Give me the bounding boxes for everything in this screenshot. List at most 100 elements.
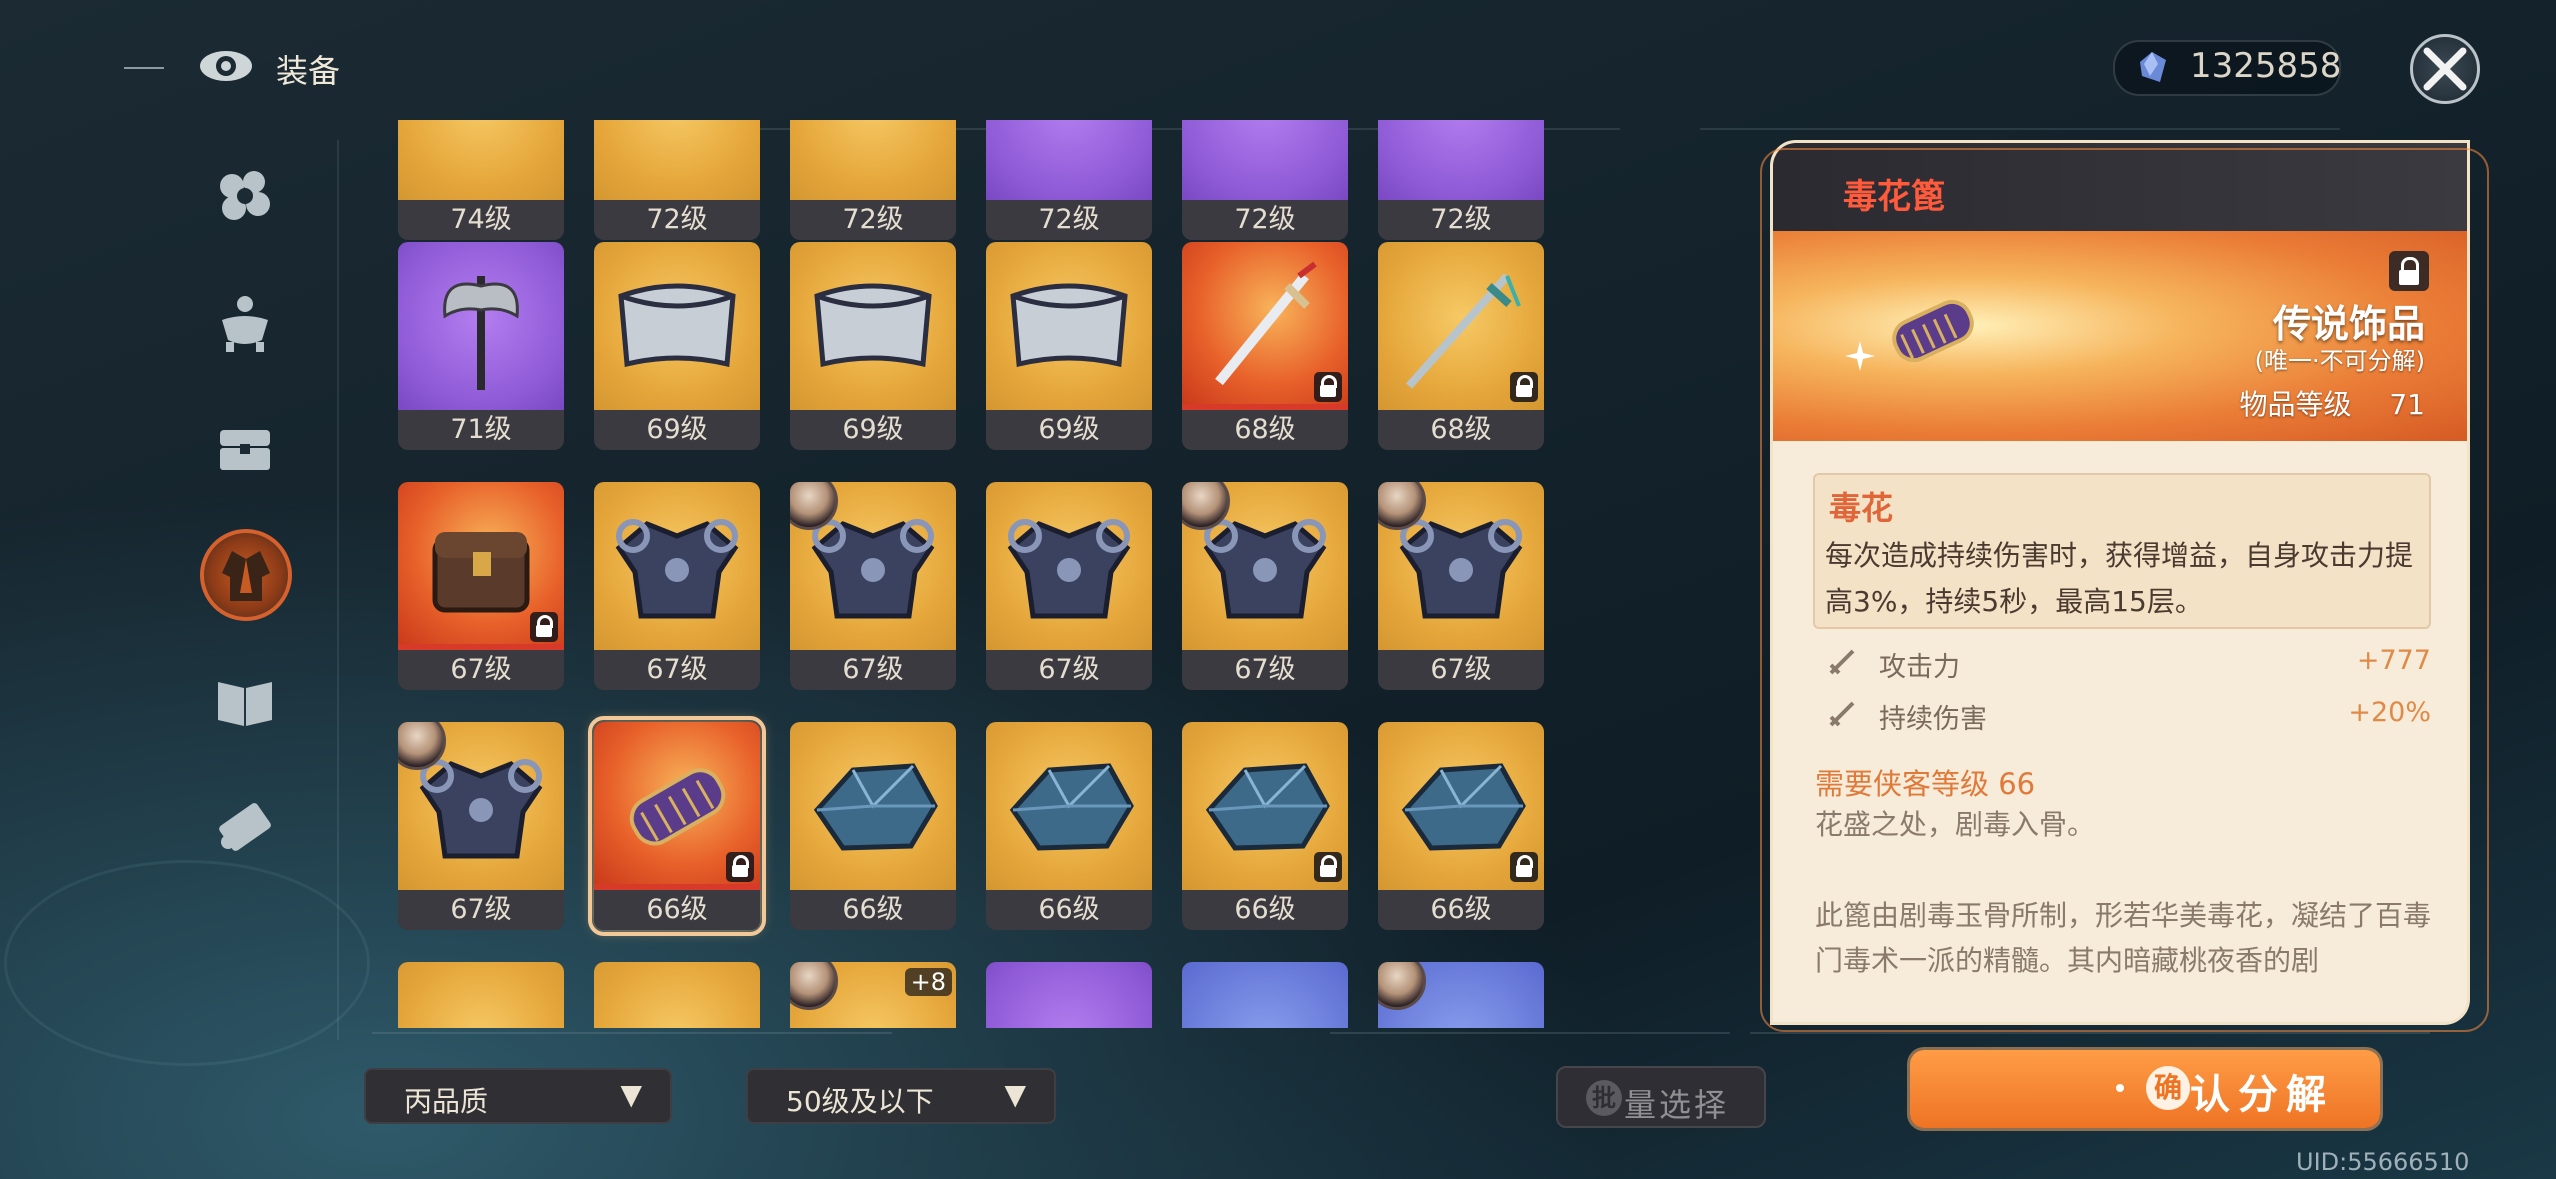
inventory-item[interactable] <box>398 962 564 1028</box>
item-level-label: 69级 <box>986 410 1152 450</box>
inventory-item[interactable]: 66级 <box>986 722 1152 930</box>
close-icon <box>2423 47 2467 91</box>
grid-divider-right <box>1750 1032 2430 1034</box>
scroll-icon[interactable] <box>212 794 278 860</box>
item-level-label: 72级 <box>1182 200 1348 240</box>
inventory-item[interactable]: 67级 <box>594 482 760 690</box>
item-level-label: 67级 <box>398 650 564 690</box>
inventory-item[interactable]: 69级 <box>790 242 956 450</box>
item-name: 毒花篦 <box>1843 177 1945 217</box>
item-level-label: 69级 <box>790 410 956 450</box>
inventory-item[interactable] <box>594 962 760 1028</box>
inventory-item[interactable]: 67级 <box>986 482 1152 690</box>
book-icon[interactable] <box>212 668 278 734</box>
stat-value: +777 <box>2356 645 2431 676</box>
item-level-label: 67级 <box>790 650 956 690</box>
belt-icon <box>814 283 932 368</box>
inventory-item[interactable]: 71级 <box>398 242 564 450</box>
item-level-label: 66级 <box>1378 890 1544 930</box>
inventory-item[interactable]: 66级 <box>790 722 956 930</box>
armor-icon <box>615 519 739 619</box>
sword-icon <box>1829 649 1855 675</box>
inventory-item[interactable]: 67级 <box>1378 482 1544 690</box>
item-rarity-background <box>594 962 760 1028</box>
user-id: UID:55666510 <box>2296 1148 2470 1176</box>
skill-name: 毒花 <box>1829 489 1894 527</box>
level-requirement: 需要侠客等级 66 <box>1815 767 2036 801</box>
inventory-item[interactable]: 74级 <box>398 120 564 240</box>
item-detail-panel: 毒花篦 传说饰品 (唯一·不可分解) 物品等级 71 毒花 每次造成持续伤害时，… <box>1770 140 2470 1025</box>
header-dash <box>124 67 164 69</box>
eye-icon[interactable] <box>198 48 254 84</box>
inventory-item[interactable] <box>986 962 1152 1028</box>
skill-description: 每次造成持续伤害时，获得增益，自身攻击力提高3%，持续5秒，最高15层。 <box>1825 539 2414 618</box>
item-rarity-background <box>986 962 1152 1028</box>
item-level-label: 72级 <box>986 200 1152 240</box>
dropdown-arrow-icon: ▼ <box>1004 1078 1026 1111</box>
inventory-item[interactable] <box>1378 962 1544 1028</box>
stone-icon <box>1009 763 1134 851</box>
quality-filter-label: 丙品质 <box>404 1085 489 1118</box>
level-filter-dropdown[interactable]: 50级及以下 ▼ <box>746 1068 1056 1124</box>
item-level-label: 66级 <box>1182 890 1348 930</box>
item-level-label: 67级 <box>398 890 564 930</box>
inventory-item[interactable]: 67级 <box>1182 482 1348 690</box>
item-rarity-background <box>398 962 564 1028</box>
quality-filter-dropdown[interactable]: 丙品质 ▼ <box>364 1068 672 1124</box>
grid-divider-left <box>372 1032 892 1034</box>
lore-text: 此篦由剧毒玉骨所制，形若华美毒花，凝结了百毒门毒术一派的精髓。其内暗藏桃夜香的剧 <box>1815 899 2432 977</box>
button-dot <box>2116 1084 2124 1092</box>
flower-icon[interactable] <box>212 164 278 230</box>
currency-value: 1325858 <box>2190 46 2342 86</box>
stat-value: +20% <box>2348 697 2431 728</box>
chest-icon[interactable] <box>212 414 278 480</box>
inventory-item[interactable] <box>1182 962 1348 1028</box>
inventory-item[interactable]: 68级 <box>1378 242 1544 450</box>
sidebar-divider <box>337 140 339 1040</box>
inventory-item[interactable]: 72级 <box>1182 120 1348 240</box>
item-level-value: 71 <box>2389 388 2425 421</box>
item-level-label: 69级 <box>594 410 760 450</box>
confirm-decompose-label: 认分解 <box>2190 1071 2334 1118</box>
item-level-label: 74级 <box>398 200 564 240</box>
item-level-label: 68级 <box>1182 410 1348 450</box>
background-ring <box>4 860 370 1066</box>
inventory-item[interactable]: 69级 <box>986 242 1152 450</box>
item-level-label: 72级 <box>1378 200 1544 240</box>
item-rarity-background <box>1182 120 1348 200</box>
item-level-label: 67级 <box>1182 650 1348 690</box>
item-name-bar: 毒花篦 <box>1773 143 2467 231</box>
item-level-label: 67级 <box>594 650 760 690</box>
item-lock-icon[interactable] <box>2389 251 2429 291</box>
dropdown-arrow-icon: ▼ <box>620 1078 642 1111</box>
stat-name: 持续伤害 <box>1879 704 1987 735</box>
confirm-decompose-button[interactable]: 确 认分解 <box>1910 1050 2380 1128</box>
inventory-item[interactable]: 72级 <box>594 120 760 240</box>
item-level-label: 72级 <box>790 200 956 240</box>
robe-icon <box>222 551 270 601</box>
inventory-item[interactable]: 66级 <box>1378 722 1544 930</box>
sidebar-item-equipment[interactable] <box>200 529 292 621</box>
batch-select-button[interactable]: 批 量选择 <box>1556 1066 1766 1128</box>
inventory-item[interactable]: 72级 <box>986 120 1152 240</box>
inventory-item[interactable]: 72级 <box>1378 120 1544 240</box>
inventory-item[interactable]: 67级 <box>398 722 564 930</box>
inventory-item[interactable]: 72级 <box>790 120 956 240</box>
batch-icon: 批 <box>1586 1080 1622 1116</box>
armor-icon <box>1007 519 1131 619</box>
inventory-item[interactable]: 69级 <box>594 242 760 450</box>
inventory-item[interactable]: 66级 <box>1182 722 1348 930</box>
close-button[interactable] <box>2410 34 2480 104</box>
lock-icon <box>1314 852 1342 882</box>
inventory-item[interactable]: 68级 <box>1182 242 1348 450</box>
inventory-item[interactable]: +8 <box>790 962 956 1028</box>
inventory-item[interactable]: 67级 <box>790 482 956 690</box>
top-divider-right <box>1700 128 2340 130</box>
inventory-grid[interactable]: 74级 72级 72级 72级 72级 72级 71级 69级 69级 69级 68级 68级 67级 6… <box>398 120 1558 1028</box>
incense-burner-icon[interactable] <box>212 290 278 356</box>
inventory-item-selected[interactable]: 66级 <box>588 716 766 936</box>
inventory-item[interactable]: 67级 <box>398 482 564 690</box>
item-level-label: 72级 <box>594 200 760 240</box>
lock-icon <box>1510 372 1538 402</box>
sword-icon <box>1829 701 1855 727</box>
